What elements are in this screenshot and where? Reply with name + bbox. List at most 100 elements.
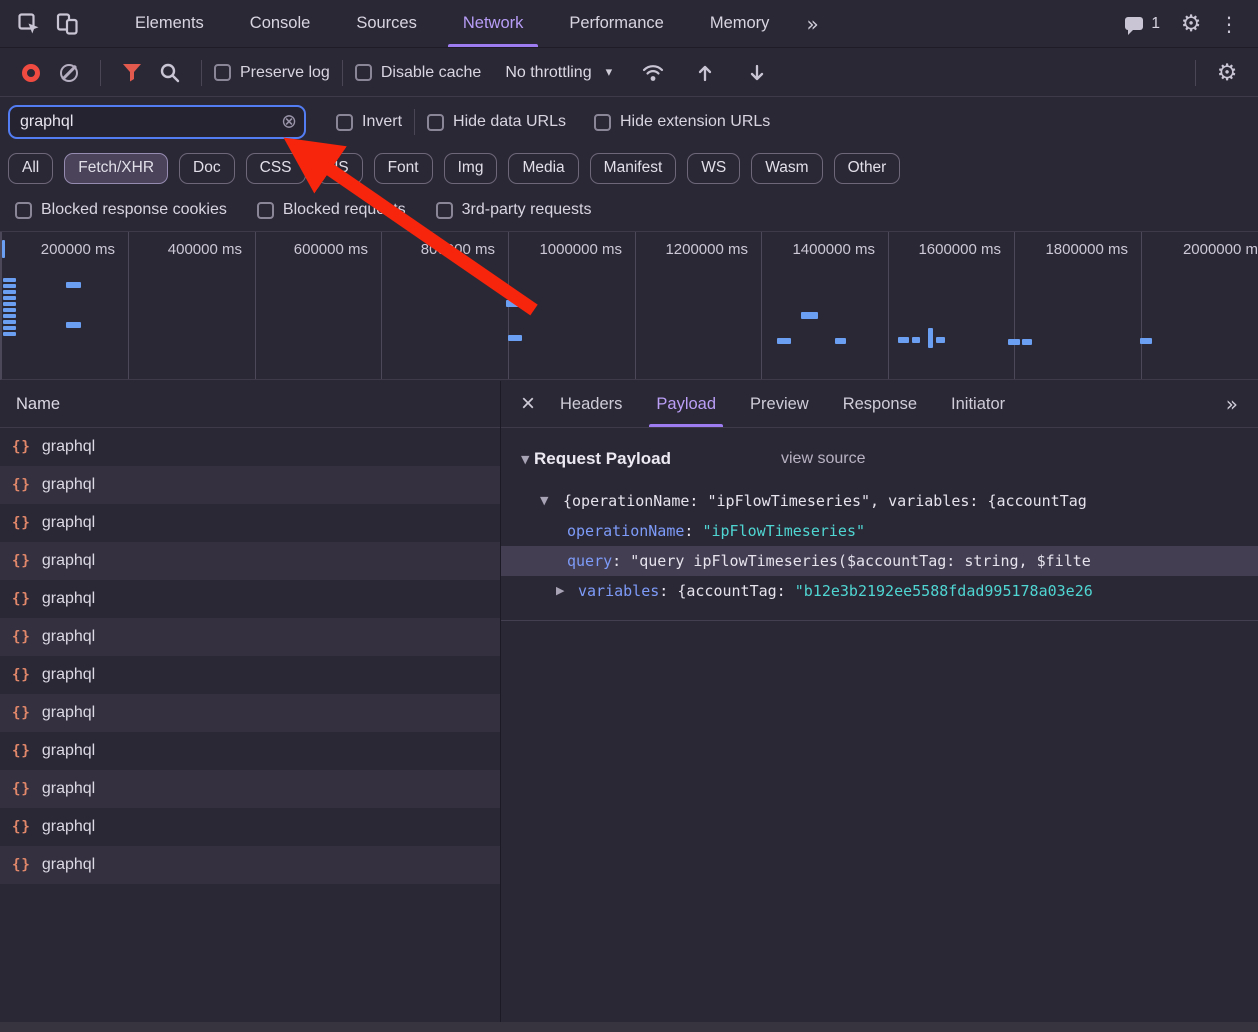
filter-toggle-button[interactable]: [113, 54, 151, 92]
json-braces-icon: {}: [12, 705, 31, 721]
tab-label: Headers: [560, 394, 623, 413]
request-row[interactable]: {} graphql: [0, 504, 500, 542]
preserve-log-checkbox[interactable]: Preserve log: [214, 64, 330, 82]
chip-doc[interactable]: Doc: [179, 152, 235, 184]
settings-gear-icon[interactable]: ⚙: [1172, 5, 1210, 43]
inspect-element-icon[interactable]: [10, 5, 48, 43]
blocked-requests-checkbox[interactable]: Blocked requests: [256, 201, 406, 219]
chip-ws[interactable]: WS: [687, 152, 741, 184]
request-row[interactable]: {} graphql: [0, 732, 500, 770]
timeline-canvas: [2, 232, 1258, 379]
timeline-request-bar: [3, 326, 16, 330]
timeline-request-bar: [3, 302, 16, 306]
request-row[interactable]: {} graphql: [0, 808, 500, 846]
devtools-main-toolbar: Elements Console Sources Network Perform…: [0, 0, 1258, 48]
request-row[interactable]: {} graphql: [0, 656, 500, 694]
payload-variables-row[interactable]: ▶ variables: {accountTag: "b12e3b2192ee5…: [501, 576, 1258, 606]
request-rows: {} graphql {} graphql {} graphql {} graphql …: [0, 428, 500, 884]
tab-preview[interactable]: Preview: [733, 381, 826, 427]
panel-split-divider[interactable]: [500, 381, 501, 1032]
tab-response[interactable]: Response: [826, 381, 934, 427]
json-braces-icon: {}: [12, 857, 31, 873]
chip-css[interactable]: CSS: [245, 152, 306, 184]
device-toolbar-icon[interactable]: [48, 5, 86, 43]
chip-font[interactable]: Font: [373, 152, 433, 184]
request-row[interactable]: {} graphql: [0, 428, 500, 466]
tab-label: Performance: [569, 14, 664, 32]
chip-wasm[interactable]: Wasm: [751, 152, 823, 184]
blocked-response-cookies-label: Blocked response cookies: [41, 201, 227, 218]
tab-label: Memory: [709, 14, 770, 32]
request-row[interactable]: {} graphql: [0, 618, 500, 656]
blocked-response-cookies-checkbox[interactable]: Blocked response cookies: [15, 201, 227, 219]
network-conditions-button[interactable]: [634, 54, 672, 92]
chip-js[interactable]: JS: [316, 152, 363, 184]
collapse-triangle-icon[interactable]: ▼: [521, 453, 529, 466]
dropdown-caret-icon: ▾: [605, 65, 613, 80]
tab-label: Sources: [356, 14, 417, 32]
tab-memory[interactable]: Memory: [687, 0, 793, 47]
timeline-request-bar: [508, 335, 522, 341]
payload-operation-name-row[interactable]: operationName: "ipFlowTimeseries": [501, 516, 1258, 546]
payload-query-row-selected[interactable]: query: "query ipFlowTimeseries($accountT…: [501, 546, 1258, 576]
tab-payload[interactable]: Payload: [639, 381, 733, 427]
request-list-panel: Name {} graphql {} graphql {} graphql {} gra…: [0, 381, 500, 1032]
timeline-request-bar: [3, 308, 16, 312]
checkbox-icon: [336, 113, 353, 131]
message-bubble-icon: [1125, 17, 1144, 35]
third-party-requests-checkbox[interactable]: 3rd-party requests: [435, 201, 591, 219]
view-source-link[interactable]: view source: [781, 450, 865, 468]
request-row[interactable]: {} graphql: [0, 770, 500, 808]
preserve-log-label: Preserve log: [240, 63, 330, 81]
import-har-button[interactable]: [686, 54, 724, 92]
disable-cache-checkbox[interactable]: Disable cache: [354, 64, 481, 82]
request-row-selected[interactable]: {} graphql: [0, 846, 500, 884]
toolbar-divider: [1195, 59, 1196, 86]
request-row[interactable]: {} graphql: [0, 466, 500, 504]
tab-performance[interactable]: Performance: [546, 0, 686, 47]
search-network-button[interactable]: [151, 54, 189, 92]
payload-string-value: "ipFlowTimeseries": [702, 522, 866, 540]
chip-img[interactable]: Img: [443, 152, 498, 184]
tab-console[interactable]: Console: [227, 0, 334, 47]
chip-manifest[interactable]: Manifest: [589, 152, 677, 184]
tab-headers[interactable]: Headers: [543, 381, 639, 427]
hide-extension-urls-checkbox[interactable]: Hide extension URLs: [593, 113, 770, 131]
clear-network-log-button[interactable]: [50, 54, 88, 92]
tab-label: Preview: [750, 394, 809, 413]
console-messages-button[interactable]: 1: [1113, 15, 1172, 35]
tab-elements[interactable]: Elements: [112, 0, 227, 47]
payload-root-row[interactable]: ▼ {operationName: "ipFlowTimeseries", va…: [501, 486, 1258, 516]
request-row[interactable]: {} graphql: [0, 694, 500, 732]
filter-input[interactable]: [10, 113, 304, 131]
chip-other[interactable]: Other: [833, 152, 901, 184]
request-row[interactable]: {} graphql: [0, 542, 500, 580]
chip-media[interactable]: Media: [508, 152, 579, 184]
invert-label: Invert: [362, 113, 403, 130]
json-braces-icon: {}: [12, 591, 31, 607]
expand-triangle-icon[interactable]: ▶: [556, 576, 564, 606]
kebab-menu-icon[interactable]: ⋮: [1210, 5, 1248, 43]
network-overview-timeline[interactable]: 200000 ms 400000 ms 600000 ms 800000 ms …: [0, 232, 1258, 380]
collapse-triangle-icon[interactable]: ▼: [540, 486, 548, 516]
clear-filter-icon[interactable]: ⊗: [281, 112, 297, 132]
chip-all[interactable]: All: [8, 152, 54, 184]
chip-fetch-xhr[interactable]: Fetch/XHR: [64, 152, 169, 184]
payload-section: ▼ Request Payload view source ▼ {operati…: [501, 428, 1258, 621]
throttling-select[interactable]: No throttling ▾: [505, 64, 612, 82]
tab-initiator[interactable]: Initiator: [934, 381, 1022, 427]
name-column-header[interactable]: Name: [0, 381, 500, 428]
close-details-icon[interactable]: ×: [521, 392, 535, 416]
record-network-log-button[interactable]: [12, 54, 50, 92]
hide-data-urls-checkbox[interactable]: Hide data URLs: [427, 113, 566, 131]
request-row[interactable]: {} graphql: [0, 580, 500, 618]
tab-network[interactable]: Network: [440, 0, 547, 47]
panel-tabs: Elements Console Sources Network Perform…: [112, 0, 833, 47]
export-har-button[interactable]: [738, 54, 776, 92]
more-panels-chevron-icon[interactable]: »: [792, 0, 832, 47]
network-settings-gear-icon[interactable]: ⚙: [1208, 54, 1246, 92]
invert-filter-checkbox[interactable]: Invert: [336, 113, 402, 131]
json-braces-icon: {}: [12, 439, 31, 455]
tab-sources[interactable]: Sources: [333, 0, 440, 47]
more-detail-tabs-chevron-icon[interactable]: »: [1226, 392, 1238, 416]
